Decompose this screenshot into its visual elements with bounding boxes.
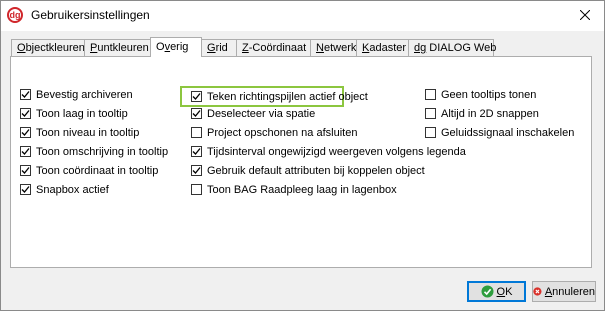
overig-panel: Bevestig archiveren Toon laag in tooltip…	[10, 56, 592, 268]
checkbox-label: Geen tooltips tonen	[441, 88, 537, 101]
checkbox-snapbox-actief[interactable]: Snapbox actief	[20, 182, 109, 197]
ok-button[interactable]: OK	[467, 281, 526, 302]
checkbox-label: Gebruik default attributen bij koppelen …	[207, 164, 425, 177]
checkbox-altijd-2d-snappen[interactable]: Altijd in 2D snappen	[425, 106, 539, 121]
tab-netwerk[interactable]: Netwerk	[310, 39, 357, 56]
tab-grid[interactable]: Grid	[201, 39, 237, 56]
tab-z-coordinaat[interactable]: Z-Coördinaat	[236, 39, 311, 56]
checkbox-box[interactable]	[425, 108, 436, 119]
tab-objectkleuren[interactable]: Objectkleuren	[11, 39, 85, 56]
check-icon	[21, 148, 30, 155]
checkbox-deselecteer-via-spatie[interactable]: Deselecteer via spatie	[191, 106, 315, 121]
check-circle-icon	[481, 285, 494, 298]
checkbox-project-opschonen[interactable]: Project opschonen na afsluiten	[191, 125, 357, 140]
checkbox-box[interactable]	[191, 91, 202, 102]
checkbox-gebruik-default-attributen[interactable]: Gebruik default attributen bij koppelen …	[191, 163, 425, 178]
check-icon	[192, 167, 201, 174]
checkbox-box[interactable]	[20, 165, 31, 176]
check-icon	[21, 186, 30, 193]
check-icon	[21, 129, 30, 136]
checkbox-label: Project opschonen na afsluiten	[207, 126, 358, 139]
checkbox-box[interactable]	[191, 127, 202, 138]
settings-dialog: dg Gebruikersinstellingen Objectkleuren …	[0, 0, 605, 311]
check-icon	[21, 91, 30, 98]
checkbox-label: Bevestig archiveren	[36, 88, 133, 101]
window-title: Gebruikersinstellingen	[31, 8, 150, 22]
checkbox-toon-laag-in-tooltip[interactable]: Toon laag in tooltip	[20, 106, 128, 121]
ok-label: OK	[496, 285, 513, 298]
cancel-label: Annuleren	[544, 285, 595, 298]
checkbox-toon-coordinaat-in-tooltip[interactable]: Toon coördinaat in tooltip	[20, 163, 158, 178]
checkbox-label: Toon coördinaat in tooltip	[36, 164, 159, 177]
check-icon	[192, 148, 201, 155]
close-icon	[580, 10, 590, 20]
checkbox-box[interactable]	[425, 127, 436, 138]
title-bar[interactable]: dg Gebruikersinstellingen	[1, 1, 604, 31]
checkbox-box[interactable]	[425, 89, 436, 100]
checkbox-label: Tijdsinterval ongewijzigd weergeven volg…	[207, 145, 466, 158]
checkbox-box[interactable]	[20, 184, 31, 195]
checkbox-label: Teken richtingspijlen actief object	[207, 90, 368, 103]
check-icon	[21, 110, 30, 117]
checkbox-label: Geluidssignaal inschakelen	[441, 126, 575, 139]
checkbox-teken-richtingspijlen[interactable]: Teken richtingspijlen actief object	[191, 89, 368, 104]
checkbox-box[interactable]	[20, 89, 31, 100]
checkbox-box[interactable]	[191, 146, 202, 157]
checkbox-box[interactable]	[20, 146, 31, 157]
check-icon	[192, 110, 201, 117]
app-logo-icon: dg	[7, 7, 23, 23]
tab-overig[interactable]: Overig	[150, 37, 202, 57]
checkbox-bevestig-archiveren[interactable]: Bevestig archiveren	[20, 87, 133, 102]
check-icon	[192, 93, 201, 100]
checkbox-toon-bag-raadpleeg[interactable]: Toon BAG Raadpleeg laag in lagenbox	[191, 182, 397, 197]
checkbox-box[interactable]	[20, 127, 31, 138]
checkbox-toon-omschrijving-in-tooltip[interactable]: Toon omschrijving in tooltip	[20, 144, 168, 159]
checkbox-label: Toon niveau in tooltip	[36, 126, 140, 139]
checkbox-box[interactable]	[191, 184, 202, 195]
checkbox-geluidssignaal[interactable]: Geluidssignaal inschakelen	[425, 125, 574, 140]
checkbox-label: Deselecteer via spatie	[207, 107, 316, 120]
tab-dg-dialog-web[interactable]: dg DIALOG Web	[408, 39, 496, 56]
tab-puntkleuren[interactable]: Puntkleuren	[84, 39, 152, 56]
cancel-button[interactable]: Annuleren	[532, 281, 596, 302]
checkbox-box[interactable]	[20, 108, 31, 119]
checkbox-geen-tooltips-tonen[interactable]: Geen tooltips tonen	[425, 87, 536, 102]
checkbox-box[interactable]	[191, 165, 202, 176]
checkbox-label: Altijd in 2D snappen	[441, 107, 539, 120]
checkbox-label: Toon omschrijving in tooltip	[36, 145, 169, 158]
checkbox-tijdsinterval[interactable]: Tijdsinterval ongewijzigd weergeven volg…	[191, 144, 466, 159]
checkbox-toon-niveau-in-tooltip[interactable]: Toon niveau in tooltip	[20, 125, 139, 140]
close-button[interactable]	[574, 5, 596, 25]
checkbox-label: Snapbox actief	[36, 183, 109, 196]
dialog-content: Objectkleuren Puntkleuren Overig Grid Z-…	[1, 31, 604, 310]
tab-kadaster[interactable]: Kadaster	[356, 39, 409, 56]
checkbox-label: Toon laag in tooltip	[36, 107, 128, 120]
checkbox-label: Toon BAG Raadpleeg laag in lagenbox	[207, 183, 397, 196]
cancel-circle-icon	[533, 287, 542, 296]
checkbox-box[interactable]	[191, 108, 202, 119]
check-icon	[21, 167, 30, 174]
